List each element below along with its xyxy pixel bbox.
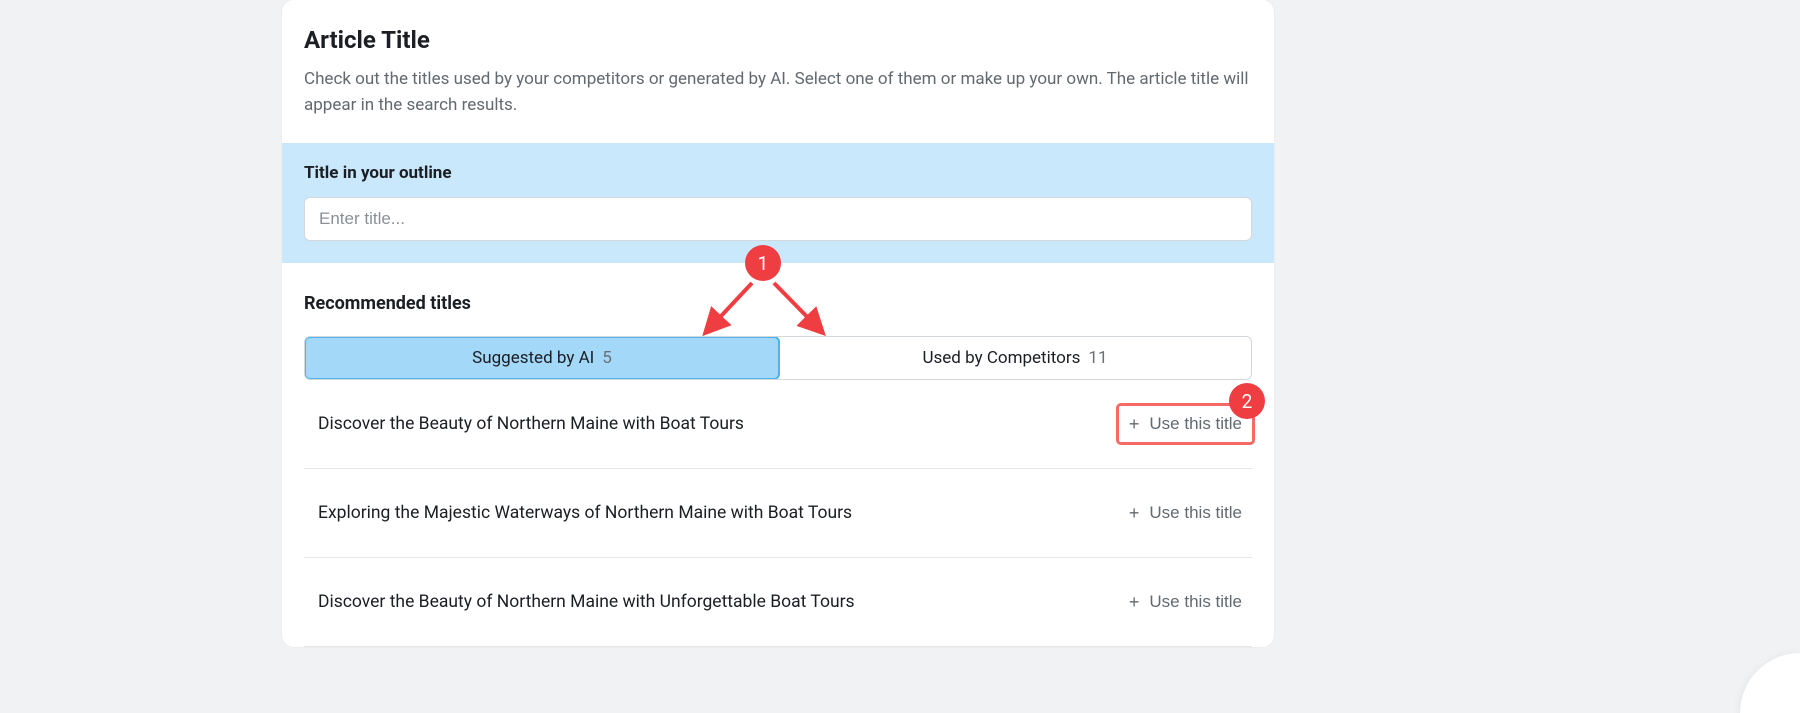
chat-widget[interactable] [1740, 653, 1800, 713]
use-this-title-button[interactable]: + Use this title [1119, 584, 1252, 620]
plus-icon: + [1129, 593, 1140, 611]
tab-used-by-competitors[interactable]: Used by Competitors 11 [779, 337, 1251, 379]
plus-icon: + [1129, 504, 1140, 522]
tab-ai-label: Suggested by AI [472, 348, 594, 368]
suggested-title-text: Exploring the Majestic Waterways of Nort… [304, 503, 852, 523]
outline-label: Title in your outline [304, 163, 1252, 183]
title-list: Discover the Beauty of Northern Maine wi… [304, 380, 1252, 647]
use-title-label: Use this title [1149, 414, 1242, 434]
title-row: Discover the Beauty of Northern Maine wi… [304, 380, 1252, 469]
annotation-badge-2: 2 [1229, 383, 1265, 419]
title-row: Discover the Beauty of Northern Maine wi… [304, 558, 1252, 647]
recommended-tabs: Suggested by AI 5 Used by Competitors 11 [304, 336, 1252, 380]
recommended-section: Recommended titles Suggested by AI 5 Use… [282, 263, 1274, 647]
section-description: Check out the titles used by your compet… [304, 66, 1252, 119]
title-input[interactable] [304, 197, 1252, 241]
suggested-title-text: Discover the Beauty of Northern Maine wi… [304, 592, 855, 612]
use-this-title-button[interactable]: + Use this title [1119, 495, 1252, 531]
annotation-badge-1: 1 [745, 245, 781, 281]
tab-ai-count: 5 [602, 348, 612, 368]
article-title-card: Article Title Check out the titles used … [282, 0, 1274, 647]
tab-comp-label: Used by Competitors [923, 348, 1081, 368]
title-row: Exploring the Majestic Waterways of Nort… [304, 469, 1252, 558]
title-outline-section: Title in your outline [282, 143, 1274, 263]
card-header: Article Title Check out the titles used … [282, 0, 1274, 143]
use-title-label: Use this title [1149, 503, 1242, 523]
recommended-heading: Recommended titles [304, 293, 1252, 314]
suggested-title-text: Discover the Beauty of Northern Maine wi… [304, 414, 744, 434]
plus-icon: + [1129, 415, 1140, 433]
section-title: Article Title [304, 26, 1252, 54]
use-title-label: Use this title [1149, 592, 1242, 612]
tab-suggested-by-ai[interactable]: Suggested by AI 5 [304, 336, 780, 380]
tab-comp-count: 11 [1088, 348, 1107, 368]
